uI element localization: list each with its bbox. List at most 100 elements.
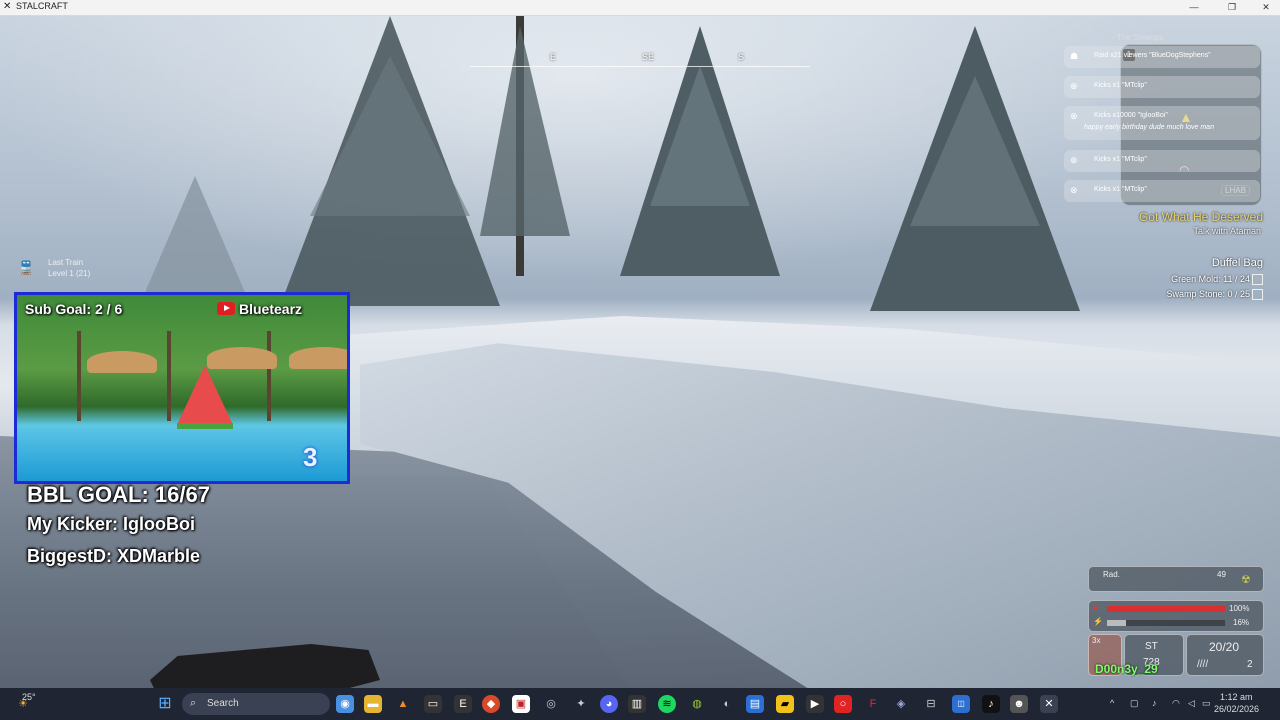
wifi-icon[interactable]: ◠ [1172,698,1180,709]
radiation-icon: ☢ [1241,574,1251,586]
app-icon[interactable]: ✦ [572,695,590,713]
app-icon[interactable]: ▤ [746,695,764,713]
fire-mode-icon: //// [1197,659,1209,670]
search-placeholder: Search [207,698,239,709]
notification-text: Raid x21 viewers "BlueDogStephens" [1094,52,1211,59]
weather-temp: 25° [22,692,36,702]
objective-item: Swamp Stone: 0 / 25 [1166,289,1250,299]
app-icon[interactable]: ○ [834,695,852,713]
train-icon: 🚆 [18,260,35,275]
microphone-icon[interactable]: ♪ [1152,698,1157,708]
kick-icon: ⊗ [1070,81,1078,91]
health-percent: 100% [1229,604,1250,613]
beach-umbrella [87,351,157,373]
brave-icon[interactable]: ◆ [482,695,500,713]
kick-icon: ⊗ [1070,111,1078,121]
battery-icon[interactable]: ▭ [1202,698,1211,709]
app-icon[interactable]: ◈ [892,695,910,713]
stalcraft-logo-icon: ✕ [3,1,12,12]
pool [17,429,347,481]
app-tray-icon[interactable]: ▢ [1130,698,1139,709]
taskbar: ☀ 25° ⊞ ⌕ Search ◉ ▬ ▲ ▭ E ◆ ▣ ◎ ✦ ◕ ▥ ≋… [0,688,1280,720]
search-icon: ⌕ [190,697,197,709]
channel-label: Bluetearz [239,301,303,317]
search-box[interactable]: ⌕ Search [182,693,330,715]
kick-icon: ⊗ [1070,155,1078,165]
quest-title: Got What He Deserved [1138,210,1263,224]
stream-notification: ⊗ Kicks x10000 "IglooBoi" happy early bi… [1064,106,1260,140]
stamina-bar [1107,620,1225,626]
tray-expand-icon[interactable]: ^ [1110,698,1114,708]
tiktok-icon[interactable]: ♪ [982,695,1000,713]
epic-games-icon[interactable]: E [454,695,472,713]
window-title: STALCRAFT [16,1,68,11]
objective-checkbox [1252,274,1263,285]
windows-start-icon[interactable]: ⊞ [156,695,174,713]
radiation-panel: Rad. 49 ☢ [1088,566,1264,592]
beach-umbrella [289,347,347,369]
app-icon[interactable]: ▣ [512,695,530,713]
stream-notification: ⊗ Kicks x1 "MTclip" [1064,76,1260,98]
raid-icon: ☗ [1070,51,1079,61]
vitals-panel: ● 100% ⚡ 16% [1088,600,1264,632]
app-icon[interactable]: ▶ [806,695,824,713]
app-icon[interactable]: F [864,695,882,713]
stamina-percent: 16% [1233,618,1250,627]
clock-time[interactable]: 1:12 am [1220,692,1253,702]
channel-name: Bluetearz [217,301,302,317]
app-icon[interactable]: ▭ [424,695,442,713]
notification-text: Kicks x1 "MTclip" [1094,82,1147,89]
app-icon[interactable]: ◫ [952,695,970,713]
minimize-button[interactable]: — [1182,1,1206,14]
objective-item: Green Mold: 11 / 24 [1171,274,1250,284]
folder-icon[interactable]: ▬ [364,695,382,713]
notification-text: Kicks x1 "MTclip" [1094,186,1147,193]
notification-text: Kicks x1 "MTclip" [1094,156,1147,163]
app-icon[interactable]: ◎ [542,695,560,713]
compass: E SE S [470,40,810,70]
chrome-icon[interactable]: ◉ [336,695,354,713]
app-icon[interactable]: ◐ [718,695,736,713]
quest-subtitle: Talk with Ataman [1193,226,1261,236]
channel-logo-icon: 3 [303,442,318,472]
window-titlebar: ✕ STALCRAFT — ❐ ✕ [0,0,1280,16]
stalcraft-taskbar-icon[interactable]: ✕ [1040,695,1058,713]
webcam-overlay: 3 Sub Goal: 2 / 6 Bluetearz [14,292,350,484]
my-kicker: My Kicker: IglooBoi [27,514,196,534]
biggest-d: BiggestD: XDMarble [27,546,201,566]
kick-icon: ⊗ [1070,185,1078,195]
last-train-title: Last Train [48,258,84,267]
app-icon[interactable]: ☻ [1010,695,1028,713]
player-name: D00n3y_29 [1095,662,1158,676]
sticky-notes-icon[interactable]: ▰ [776,695,794,713]
clock-date[interactable]: 26/02/2026 [1214,704,1259,714]
bbl-goal: BBL GOAL: 16/67 [27,482,210,507]
compass-mark: S [738,52,745,62]
health-icon: ● [1093,603,1098,612]
vlc-icon[interactable]: ▲ [394,695,412,713]
health-bar [1107,606,1225,612]
spotify-icon[interactable]: ≋ [658,695,676,713]
youtube-icon [217,302,235,315]
app-icon[interactable]: ⊟ [922,695,940,713]
volume-icon[interactable]: ◁ [1188,698,1195,709]
stamina-icon: ⚡ [1093,617,1103,626]
notification-message: happy early birthday dude much love man [1084,124,1214,131]
close-button[interactable]: ✕ [1254,1,1278,14]
notification-text: Kicks x10000 "IglooBoi" [1094,112,1168,119]
objective-checkbox [1252,289,1263,300]
ammo-count: 20/20 [1209,640,1240,654]
rad-value: 49 [1217,570,1226,579]
objective-title: Duffel Bag [1211,257,1263,269]
compass-mark: E [550,52,557,62]
pine-tree [140,176,250,304]
item-stack: 3x [1092,636,1101,645]
app-icon[interactable]: ▥ [628,695,646,713]
maximize-button[interactable]: ❐ [1220,1,1244,14]
rad-label: Rad. [1103,570,1120,579]
app-icon[interactable]: ◍ [688,695,706,713]
stream-notification: ⊗ Kicks x1 "MTclip" [1064,150,1260,172]
discord-icon[interactable]: ◕ [600,695,618,713]
grenade-count: 2 [1247,659,1253,670]
ammo-type-label: ST [1145,641,1158,652]
